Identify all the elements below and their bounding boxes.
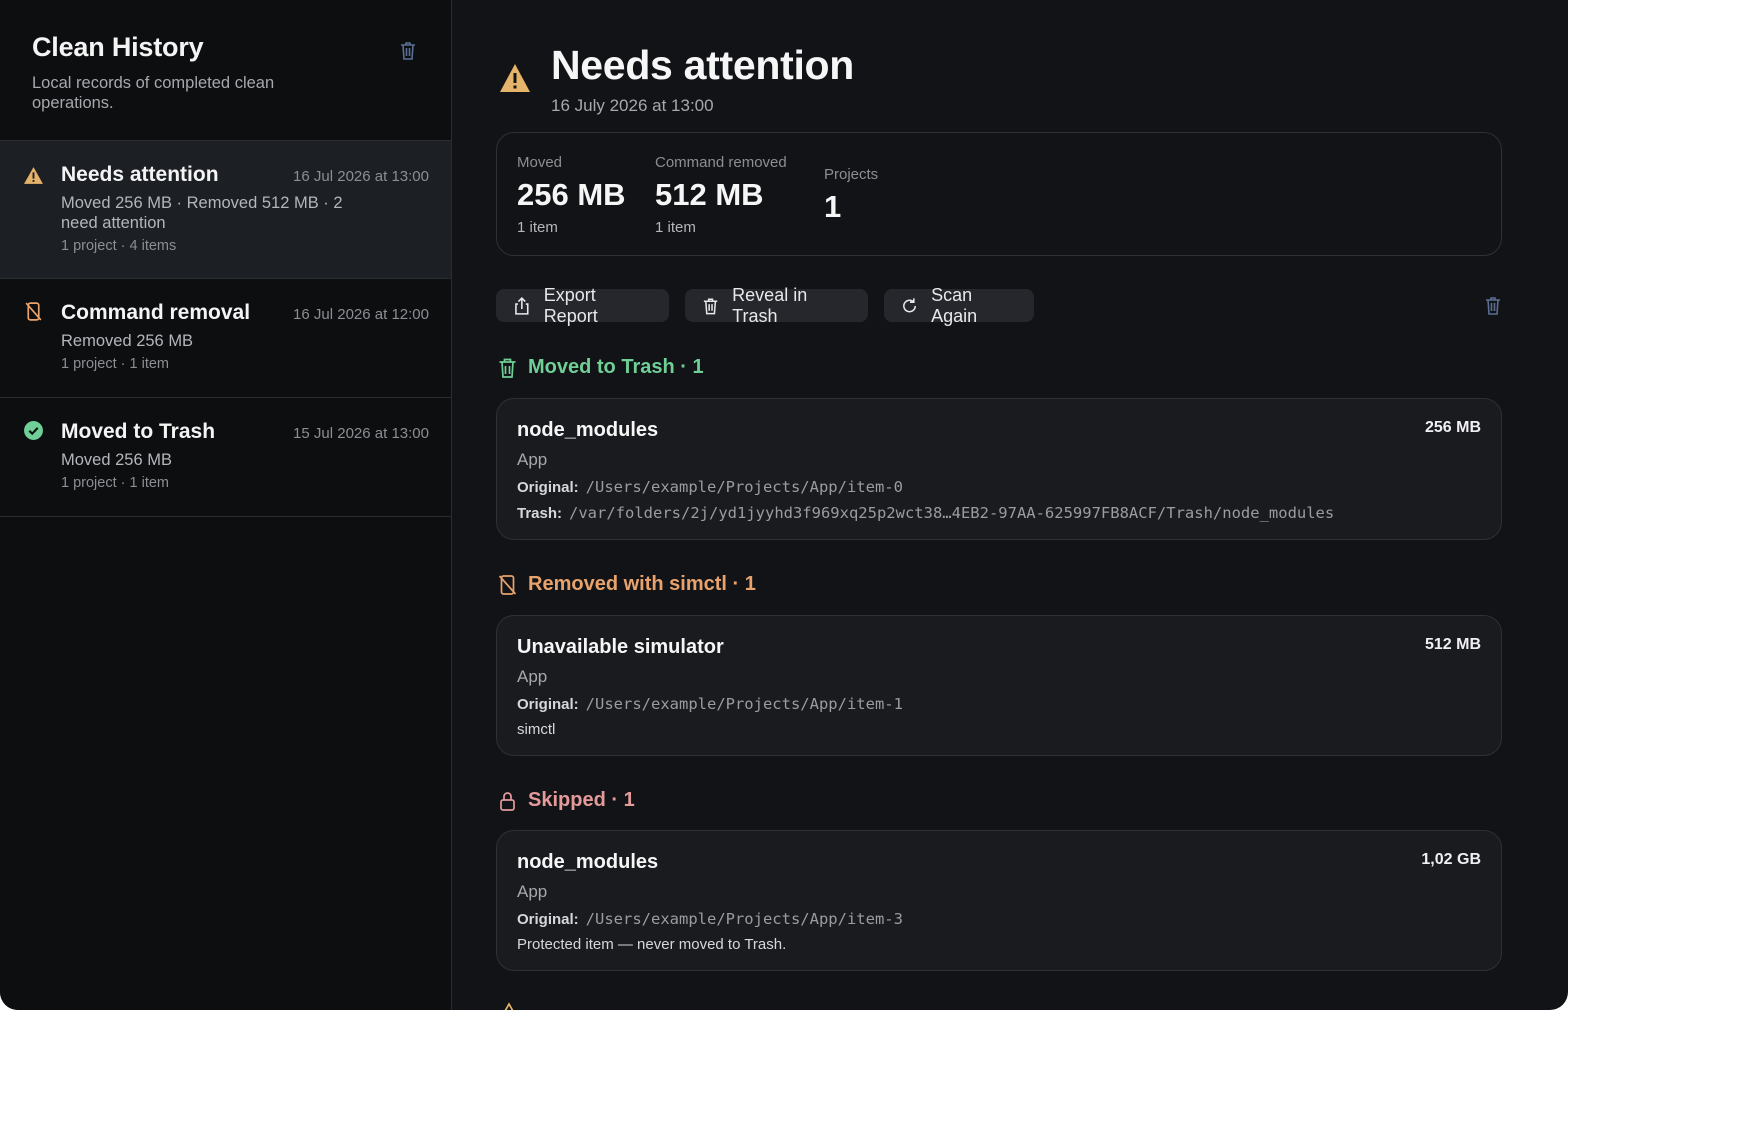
sidebar-header: Clean History Local records of completed… [0, 0, 451, 141]
history-item-summary: Moved 256 MB [61, 451, 172, 469]
history-item-summary: Moved 256 MB · Removed 512 MB · 2 need a… [61, 194, 343, 232]
original-path-row: Original: /Users/example/Projects/App/it… [517, 695, 1481, 713]
section-heading-text: Moved to Trash · 1 [528, 356, 704, 378]
item-note: Protected item — never moved to Trash. [517, 936, 787, 953]
page-title: Needs attention [551, 42, 855, 88]
stat-value: 256 MB [517, 177, 626, 212]
stat-value: 1 [824, 189, 842, 224]
delete-record-trash-icon[interactable] [1483, 295, 1503, 316]
stat-projects: Projects 1 [824, 166, 878, 225]
phone-slash-icon [498, 574, 517, 595]
clear-history-trash-icon[interactable] [397, 40, 419, 62]
history-item-date: 15 Jul 2026 at 13:00 [293, 425, 429, 442]
item-project: App [517, 450, 548, 469]
section-heading-moved: Moved to Trash · 1 [497, 356, 704, 379]
original-path: /Users/example/Projects/App/item-1 [585, 695, 903, 713]
trash-path: /var/folders/2j/yd1jyyhd3f969xq25p2wct38… [569, 504, 1335, 522]
warning-icon [500, 64, 530, 92]
original-path: /Users/example/Projects/App/item-3 [585, 910, 903, 928]
next-section-peek [497, 1000, 617, 1010]
original-path-row: Original: /Users/example/Projects/App/it… [517, 478, 1481, 496]
stat-value: 512 MB [655, 177, 764, 212]
summary-panel: Moved 256 MB 1 item Command removed 512 … [496, 132, 1502, 256]
history-item-command-removal[interactable]: Command removal 16 Jul 2026 at 12:00 Rem… [0, 279, 451, 398]
export-report-button[interactable]: Export Report [496, 285, 669, 326]
item-size: 1,02 GB [1421, 851, 1481, 868]
refresh-icon [903, 297, 917, 312]
item-name: node_modules [517, 419, 659, 441]
trash-path-row: Trash: /var/folders/2j/yd1jyyhd3f969xq25… [517, 504, 1481, 522]
stat-moved: Moved 256 MB 1 item [517, 154, 626, 236]
stat-note: 1 item [655, 219, 696, 236]
share-icon [515, 296, 529, 315]
item-note: simctl [517, 721, 556, 738]
warning-icon [504, 1002, 514, 1010]
section-heading-skipped: Skipped · 1 [497, 789, 635, 812]
history-item-summary: Removed 256 MB [61, 332, 194, 350]
scan-again-label: Scan Again [931, 284, 978, 326]
history-item-meta: 1 project · 1 item [61, 475, 169, 491]
original-label: Original: [517, 479, 579, 496]
history-item-date: 16 Jul 2026 at 13:00 [293, 168, 429, 185]
item-card-node-modules[interactable]: node_modules 256 MB App Original: /Users… [496, 398, 1502, 540]
item-size: 256 MB [1424, 419, 1481, 436]
history-item-date: 16 Jul 2026 at 12:00 [293, 306, 429, 323]
scan-again-button[interactable]: Scan Again [884, 285, 1034, 326]
stat-label: Command removed [655, 154, 787, 171]
phone-slash-icon [25, 302, 42, 321]
original-path-row: Original: /Users/example/Projects/App/it… [517, 910, 1481, 928]
item-card-node-modules-skipped[interactable]: node_modules 1,02 GB App Original: /User… [496, 830, 1502, 971]
section-heading-removed: Removed with simctl · 1 [497, 573, 756, 596]
history-item-meta: 1 project · 1 item [61, 356, 169, 372]
page-date: 16 July 2026 at 13:00 [551, 96, 714, 115]
sidebar-subtitle: Local records of completed clean operati… [32, 74, 275, 112]
trash-icon [703, 298, 718, 314]
sidebar: Clean History Local records of completed… [0, 0, 452, 1010]
item-project: App [517, 667, 548, 686]
reveal-in-trash-label: Reveal in Trash [732, 284, 808, 326]
app-window: Clean History Local records of completed… [0, 0, 1568, 1010]
section-heading-text: Removed with simctl · 1 [528, 573, 756, 595]
item-size: 512 MB [1424, 636, 1481, 653]
item-project: App [517, 882, 548, 901]
item-name: node_modules [517, 851, 659, 873]
section-heading-text: Skipped · 1 [528, 789, 635, 811]
original-label: Original: [517, 911, 579, 928]
reveal-in-trash-button[interactable]: Reveal in Trash [685, 285, 868, 326]
history-item-moved-to-trash[interactable]: Moved to Trash 15 Jul 2026 at 13:00 Move… [0, 398, 451, 517]
warning-icon [24, 167, 43, 184]
item-name: Unavailable simulator [517, 636, 724, 658]
original-label: Original: [517, 696, 579, 713]
lock-icon [500, 791, 515, 811]
export-report-label: Export Report [543, 284, 598, 326]
stat-note: 1 item [517, 219, 558, 236]
original-path: /Users/example/Projects/App/item-0 [585, 478, 903, 496]
trash-icon [499, 358, 516, 378]
history-item-meta: 1 project · 4 items [61, 238, 177, 254]
trash-label: Trash: [517, 505, 563, 522]
stat-label: Projects [824, 166, 879, 183]
stat-command-removed: Command removed 512 MB 1 item [655, 154, 787, 236]
stat-label: Moved [517, 154, 563, 171]
history-item-needs-attention[interactable]: Needs attention 16 Jul 2026 at 13:00 Mov… [0, 141, 451, 279]
item-card-unavailable-simulator[interactable]: Unavailable simulator 512 MB App Origina… [496, 615, 1502, 756]
check-circle-icon [24, 421, 43, 440]
sidebar-title: Clean History [32, 32, 204, 62]
